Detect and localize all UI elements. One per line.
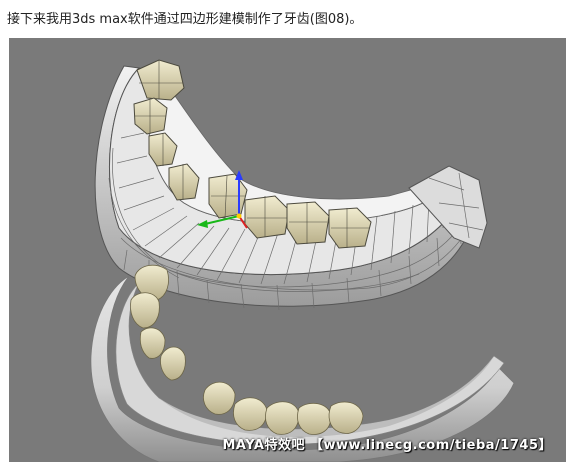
article-caption: 接下来我用3ds max软件通过四边形建模制作了牙齿(图08)。 (7, 12, 363, 27)
figure-08-viewport: MAYA特效吧 【www.linecg.com/tieba/1745】 (9, 38, 566, 462)
teeth-model-illustration (90, 59, 515, 462)
watermark-text: MAYA特效吧 【www.linecg.com/tieba/1745】 (222, 438, 552, 453)
